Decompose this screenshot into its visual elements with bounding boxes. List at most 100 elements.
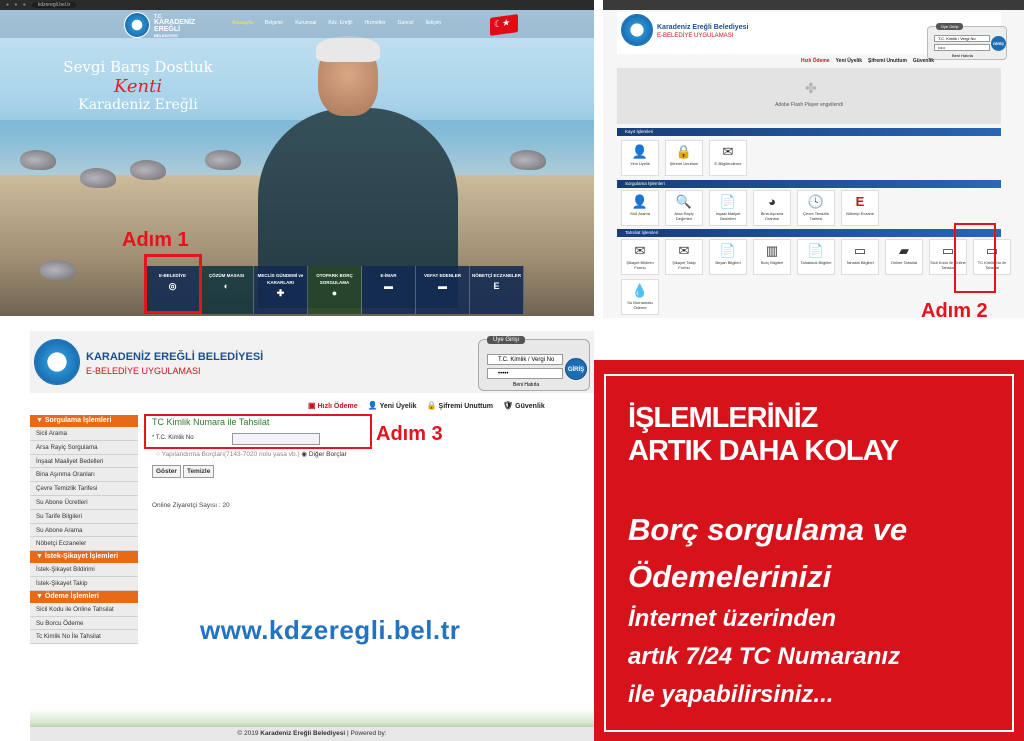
remember-me[interactable]: Beni Hatırla [513,382,539,388]
sidebar-item[interactable]: Arsa Rayiç Sorgulama [30,440,138,455]
menu-item[interactable]: Güncel [398,20,414,26]
link-sifremi-unuttum[interactable]: Şifremi Unuttum [868,58,907,64]
link-yeni-uyelik[interactable]: Yeni Üyelik [836,58,862,64]
link-hizli-odeme[interactable]: ▣ Hızlı Ödeme [308,401,358,410]
login-button[interactable]: GİRİŞ [565,358,587,380]
menu-item[interactable]: Kdz. Ereğli [328,20,352,26]
tile-vefat[interactable]: VEFAT EDENLER ▬ [416,266,470,314]
item-online-tahsilat[interactable]: ▰ Online Tahsilat [885,239,923,275]
show-button[interactable]: Göster [152,465,181,478]
id-input[interactable]: T.C. Kimlik / Vergi No [487,354,563,365]
link-guvenlik[interactable]: Güvenlik [913,58,934,64]
parking-icon: ● [331,288,338,298]
item-label: Sicil Arama [629,211,650,216]
link-yeni-uyelik[interactable]: 👤 Yeni Üyelik [368,401,417,410]
radio-diger[interactable]: ◉ Diğer Borçlar [301,451,346,458]
lock-icon: 🔒 [426,401,437,410]
tile-e-imar[interactable]: E-İMAR ▬ [362,266,416,314]
password-input[interactable]: ••••• [934,44,990,51]
tile-meclis[interactable]: MECLİS GÜNDEMİ ve KARARLARI ✚ [254,266,308,314]
item-insaat-maliyet[interactable]: 📄 İnşaat Maliyet Bedelleri [709,190,747,226]
menu-item[interactable]: Belgeler [265,20,283,26]
sidebar-item[interactable]: İstek-Şikayet Takip [30,576,138,591]
clear-button[interactable]: Temizle [182,465,215,478]
sidebar-group[interactable]: ▼ Ödeme İşlemleri [30,590,138,603]
document-icon: 📄 [807,243,825,258]
item-label: İnşaat Maliyet Bedelleri [715,211,741,221]
sidebar-group[interactable]: ▼ İstek-Şikayet İşlemleri [30,551,138,564]
headline-line: İŞLEMLERİNİZ [628,402,818,434]
item-borc-bilgileri[interactable]: ▥ Borç Bilgileri [753,239,791,275]
item-label: Borç Bilgileri [760,260,784,265]
tile-cozum-masasi[interactable]: ÇÖZÜM MASASI ◐ [200,266,254,314]
site-header: Karadeniz Ereğli Belediyesi E-BELEDİYE U… [617,12,1007,60]
sidebar-item[interactable]: Su Abone Ücretleri [30,495,138,510]
sidebar-item[interactable]: Su Borcu Ödeme [30,616,138,631]
item-cevre-temizlik[interactable]: 🕓 Çevre Temizlik Tarifesi [797,190,835,226]
menu-item[interactable]: Kurumsal [295,20,316,26]
tile-eczane[interactable]: NÖBETÇİ ECZANELER E [470,266,524,314]
sidebar-item[interactable]: Nöbetçi Eczaneler [30,537,138,552]
item-label: Tahakkuk Bilgileri [800,260,832,265]
item-tahsilat-bilgileri[interactable]: ▭ Tahsilat Bilgileri [841,239,879,275]
lock-icon: 🔒 [675,144,693,159]
document-icon: 📄 [719,194,737,209]
item-bina-asinma[interactable]: ◕ Bina Aşınma Oranları [753,190,791,226]
item-label: Şikayet Bildirim Formu [626,260,654,270]
menu-item[interactable]: Hizmetler [365,20,386,26]
id-input[interactable]: T.C. Kimlik / Vergi No [934,35,990,42]
sidebar-item[interactable]: Sicil Kodu ile Online Tahsilat [30,602,138,617]
sidebar-item[interactable]: Su Abone Arama [30,523,138,538]
sidebar-item[interactable]: Tc Kimlik No İle Tahsilat [30,630,138,645]
link-sifremi-unuttum[interactable]: 🔒 Şifremi Unuttum [427,401,493,410]
sidebar-item[interactable]: İnşaat Maaliyet Bedelleri [30,454,138,469]
slogan-line: Kenti [113,76,163,97]
tile-otopark[interactable]: OTOPARK BORÇ SORGULAMA ● [308,266,362,314]
sidebar-item[interactable]: Su Tarife Bilgileri [30,509,138,524]
item-su-bornamatu[interactable]: 💧 Su Bornamatu Ödeme [621,279,659,315]
e-belediye-screenshot: Karadeniz Ereğli Belediyesi E-BELEDİYE U… [603,0,1024,318]
sidebar-item[interactable]: Sicil Arama [30,427,138,441]
item-nobetci-eczane[interactable]: E Nöbetçi Eczane [841,190,879,226]
browser-url[interactable]: kdzeregli.bel.tr [31,2,77,8]
item-e-bilgilendirme[interactable]: ✉ E-Bilgilendirme [709,140,747,176]
item-sikayet-bildirim[interactable]: ✉ Şikayet Bildirim Formu [621,239,659,275]
sidebar-item[interactable]: Çevre Temizlik Tarifesi [30,482,138,496]
radio-yapilandirma[interactable]: ○ Yapılandırma Borçları(7143-7020 nolu y… [156,451,300,458]
menu-item[interactable]: Anasayfa [232,20,253,26]
item-yeni-uyelik[interactable]: 👤 Yeni Üyelik [621,140,659,176]
login-button[interactable]: GİRİŞ [991,36,1006,51]
top-links: Hızlı Ödeme Yeni Üyelik Şifremi Unuttum … [801,58,934,64]
section-items: ✉ Şikayet Bildirim Formu ✉ Şikayet Takip F… [621,239,1011,275]
item-sikayet-takip[interactable]: ✉ Şikayet Takip Formu [665,239,703,275]
password-input[interactable]: ••••• [487,368,563,379]
section-header: Kayıt İşlemleri [617,128,1001,136]
menu-item[interactable]: İletişim [426,20,442,26]
tile-label: VEFAT EDENLER [424,273,461,278]
item-sicil-arama[interactable]: 👤 Sicil Arama [621,190,659,226]
step3-highlight [144,414,372,449]
banner-line: İnternet üzerinden [628,605,837,632]
sidebar-group[interactable]: ▼ Sorgulama İşlemleri [30,415,138,427]
pie-chart-icon: ◕ [768,194,776,209]
item-sifremi-unuttum[interactable]: 🔒 Şifremi Unuttum [665,140,703,176]
link-hizli-odeme[interactable]: Hızlı Ödeme [801,58,830,64]
sidebar-item[interactable]: Bina Aşınma Oranları [30,468,138,483]
item-tahakkuk[interactable]: 📄 Tahakkuk Bilgileri [797,239,835,275]
item-label: Nöbetçi Eczane [845,211,874,216]
item-beyan-bilgileri[interactable]: 📄 Beyan Bilgileri [709,239,747,275]
item-label: Şifremi Unuttum [669,161,699,166]
login-tab: Üye Girişi [936,23,964,30]
item-label: E-Bilgilendirme [714,161,742,166]
site-logo[interactable]: T.C. KARADENİZ EREĞLİ BELEDİYESİ [124,12,214,38]
online-visitors: Online Ziyaretçi Sayısı : 20 [152,502,230,509]
remember-me[interactable]: Beni Hatırla [952,53,973,58]
item-label: Arsa Rayiç Değerleri [674,211,694,221]
item-arsa-rayic[interactable]: 🔍 Arsa Rayiç Değerleri [665,190,703,226]
tile-label: NÖBETÇİ ECZANELER [471,273,521,278]
sidebar-item[interactable]: İstek-Şikayet Bildirimi [30,563,138,577]
banner-line: artık 7/24 TC Numaranız [628,643,901,670]
item-label: Şikayet Takip Formu [672,260,696,270]
link-guvenlik[interactable]: 🛡 Güvenlik [503,401,545,410]
step1-highlight [144,254,202,314]
